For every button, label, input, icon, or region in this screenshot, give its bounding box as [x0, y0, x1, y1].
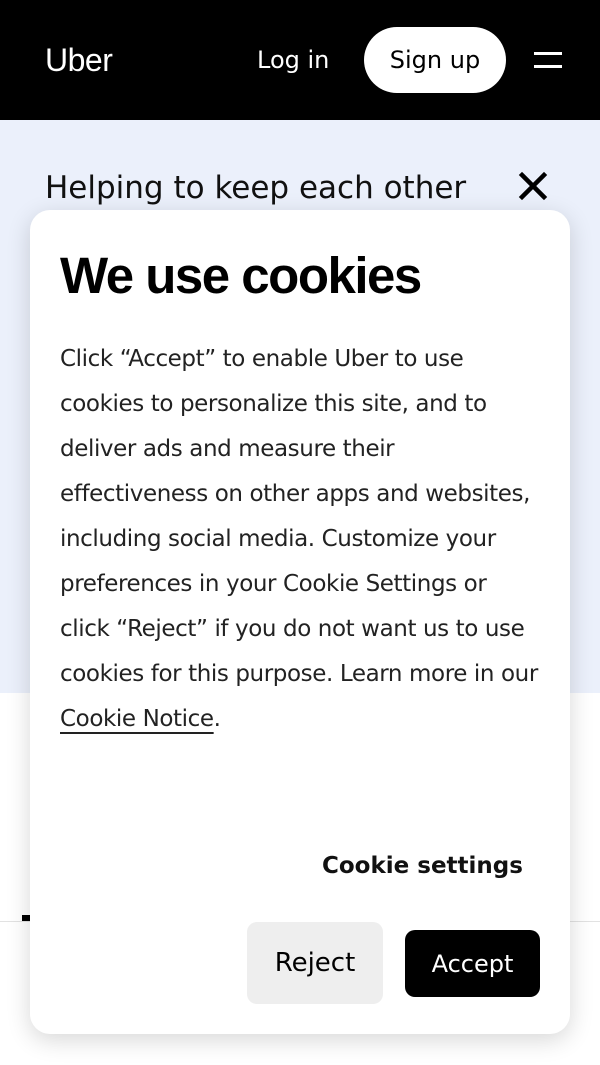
dialog-body-main: Click “Accept” to enable Uber to use coo…: [60, 346, 538, 687]
dialog-body-end: .: [213, 706, 221, 732]
cookie-notice-link[interactable]: Cookie Notice: [60, 706, 214, 732]
uber-logo[interactable]: Uber: [45, 40, 113, 80]
cookie-settings-button[interactable]: Cookie settings: [322, 850, 523, 882]
cookie-consent-dialog: We use cookies Click “Accept” to enable …: [30, 210, 570, 1034]
hamburger-menu-icon[interactable]: [534, 50, 562, 70]
accept-button[interactable]: Accept: [405, 930, 540, 997]
dialog-title: We use cookies: [60, 247, 422, 304]
top-nav-bar: Uber Log in Sign up: [0, 0, 600, 120]
reject-button[interactable]: Reject: [247, 922, 383, 1004]
login-link[interactable]: Log in: [257, 44, 329, 76]
banner-title: Helping to keep each other: [45, 170, 467, 206]
signup-button[interactable]: Sign up: [364, 27, 506, 93]
dialog-body-text: Click “Accept” to enable Uber to use coo…: [60, 337, 540, 742]
close-icon[interactable]: [517, 170, 549, 202]
page: Uber Log in Sign up Helping to keep each…: [0, 0, 600, 1065]
